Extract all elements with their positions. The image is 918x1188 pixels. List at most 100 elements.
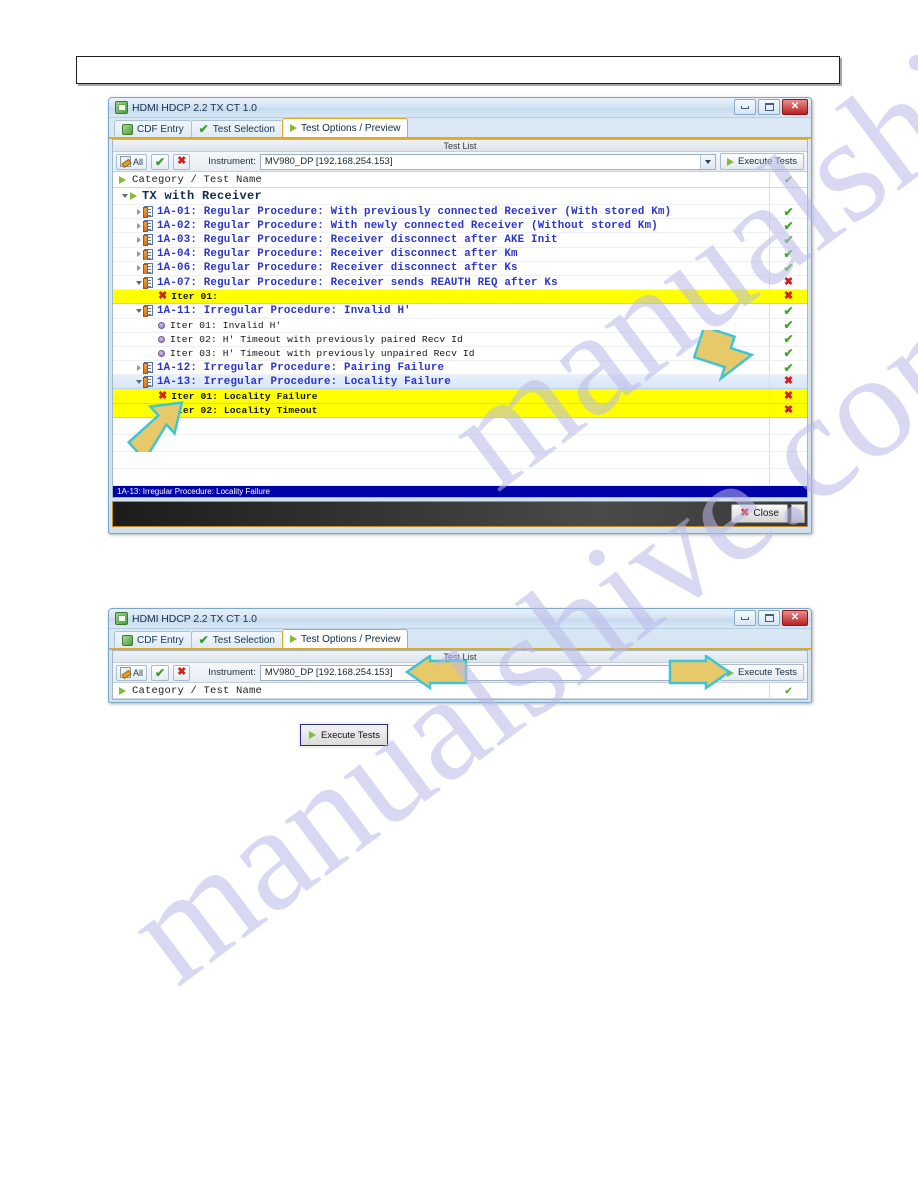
table-row[interactable]: ✖ Iter 02: Locality Timeout ✖ xyxy=(113,403,807,418)
maximize-button[interactable] xyxy=(758,610,780,626)
mark-pass-button[interactable]: ✔ xyxy=(151,153,170,170)
row-label: Iter 02: Locality Timeout xyxy=(171,404,318,416)
grid-header-row: Category / Test Name ✔ xyxy=(113,172,807,188)
document-icon xyxy=(143,234,153,246)
pass-icon: ✔ xyxy=(783,303,794,318)
callout-execute-tests-button[interactable]: Execute Tests xyxy=(300,724,388,746)
table-row[interactable]: TX with Receiver xyxy=(113,188,807,205)
play-icon xyxy=(119,175,126,184)
table-row[interactable]: Iter 02: H' Timeout with previously pair… xyxy=(113,332,807,347)
expand-icon[interactable] xyxy=(136,265,141,272)
red-x-icon: ✖ xyxy=(158,291,168,303)
table-row[interactable]: 1A-07: Regular Procedure: Receiver sends… xyxy=(113,275,807,291)
row-label: 1A-06: Regular Procedure: Receiver disco… xyxy=(157,262,518,275)
row-status-cell xyxy=(769,451,807,468)
row-status-cell: ✖ xyxy=(769,389,807,403)
title-bar: HDMI HDCP 2.2 TX CT 1.0 ✕ xyxy=(109,98,811,118)
table-row[interactable]: 1A-06: Regular Procedure: Receiver disco… xyxy=(113,261,807,276)
maximize-button[interactable] xyxy=(758,99,780,115)
select-all-button[interactable]: All xyxy=(116,153,148,170)
table-row[interactable]: 1A-11: Irregular Procedure: Invalid H' ✔ xyxy=(113,303,807,319)
minimize-button[interactable] xyxy=(734,610,756,626)
mark-fail-button[interactable]: ✖ xyxy=(173,153,191,170)
fail-icon: ✖ xyxy=(783,403,794,416)
instrument-select[interactable]: MV980_DP [192.168.254.153] xyxy=(259,664,717,681)
row-status-cell: ✖ xyxy=(769,375,807,389)
app-icon xyxy=(115,101,128,114)
row-status-cell: ✖ xyxy=(769,275,807,290)
chevron-down-icon[interactable] xyxy=(700,665,716,680)
table-row[interactable]: 1A-02: Regular Procedure: With newly con… xyxy=(113,219,807,234)
row-label: 1A-11: Irregular Procedure: Invalid H' xyxy=(157,304,411,317)
panel-caption: Test List xyxy=(113,140,807,152)
play-icon xyxy=(130,192,137,200)
edit-icon xyxy=(120,667,131,678)
minimize-button[interactable] xyxy=(734,99,756,115)
row-label: 1A-07: Regular Procedure: Receiver sends… xyxy=(157,276,558,289)
table-row[interactable]: 1A-03: Regular Procedure: Receiver disco… xyxy=(113,233,807,248)
test-list-toolbar: All ✔ ✖ Instrument: MV980_DP [192.168.25… xyxy=(113,152,807,172)
execute-tests-button[interactable]: Execute Tests xyxy=(720,153,804,170)
table-row[interactable]: 1A-13: Irregular Procedure: Locality Fai… xyxy=(113,375,807,390)
tab-test-options-preview[interactable]: Test Options / Preview xyxy=(282,118,409,137)
status-bar: 1A-13: Irregular Procedure: Locality Fai… xyxy=(113,485,807,497)
play-icon xyxy=(119,686,126,695)
document-icon xyxy=(143,362,153,374)
close-window-button[interactable]: ✕ xyxy=(782,610,808,626)
tab-cdf-entry[interactable]: CDF Entry xyxy=(114,120,192,137)
table-row[interactable]: ✖ Iter 01: ✖ xyxy=(113,290,807,305)
row-expander[interactable] xyxy=(119,194,130,198)
table-row[interactable]: 1A-01: Regular Procedure: With previousl… xyxy=(113,204,807,220)
row-label: 1A-13: Irregular Procedure: Locality Fai… xyxy=(157,375,451,388)
row-label: Iter 01: Invalid H' xyxy=(170,319,282,331)
check-icon: ✔ xyxy=(198,633,209,647)
select-all-button[interactable]: All xyxy=(116,664,148,681)
instrument-select[interactable]: MV980_DP [192.168.254.153] xyxy=(259,153,717,170)
close-button[interactable]: ✖ Close xyxy=(731,504,788,524)
collapse-icon[interactable] xyxy=(121,194,128,198)
collapse-icon[interactable] xyxy=(135,280,142,285)
row-label: Iter 01: Locality Failure xyxy=(171,390,318,402)
pass-icon: ✔ xyxy=(784,172,793,187)
chevron-down-icon[interactable] xyxy=(700,154,716,169)
bullet-icon xyxy=(158,321,165,329)
table-row[interactable]: Iter 03: H' Timeout with previously unpa… xyxy=(113,346,807,362)
row-status-cell xyxy=(769,434,807,451)
table-row[interactable]: 1A-12: Irregular Procedure: Pairing Fail… xyxy=(113,361,807,376)
edit-icon xyxy=(120,156,131,167)
row-label: 1A-02: Regular Procedure: With newly con… xyxy=(157,219,658,232)
row-status-cell: ✔ xyxy=(769,346,807,361)
tab-test-selection[interactable]: ✔ Test Selection xyxy=(190,631,283,648)
pass-icon: ✔ xyxy=(783,332,794,347)
expand-icon[interactable] xyxy=(136,208,141,215)
table-row[interactable]: ✖ Iter 01: Locality Failure ✖ xyxy=(113,389,807,404)
table-row-empty xyxy=(113,434,807,452)
tab-test-selection[interactable]: ✔ Test Selection xyxy=(190,120,283,137)
check-icon: ✔ xyxy=(198,122,209,136)
mark-fail-button[interactable]: ✖ xyxy=(173,664,191,681)
expand-icon[interactable] xyxy=(136,364,141,371)
window-title: HDMI HDCP 2.2 TX CT 1.0 xyxy=(132,612,257,625)
pass-icon: ✔ xyxy=(783,247,794,262)
collapse-icon[interactable] xyxy=(135,379,142,384)
fail-icon: ✖ xyxy=(783,389,794,402)
resize-grip[interactable] xyxy=(791,504,805,524)
table-row[interactable]: 1A-04: Regular Procedure: Receiver disco… xyxy=(113,247,807,262)
pass-icon: ✔ xyxy=(783,204,794,219)
fail-icon: ✖ xyxy=(783,375,794,388)
table-row-empty xyxy=(113,417,807,435)
row-status-cell xyxy=(769,188,807,204)
expand-icon[interactable] xyxy=(136,236,141,243)
table-row[interactable]: Iter 01: Invalid H' ✔ xyxy=(113,318,807,333)
row-status-cell: ✖ xyxy=(769,290,807,304)
tab-test-options-preview[interactable]: Test Options / Preview xyxy=(282,629,409,648)
client-area: Test List All ✔ ✖ Instrument: MV980_DP [… xyxy=(112,139,808,498)
row-label: 1A-03: Regular Procedure: Receiver disco… xyxy=(157,233,558,246)
tab-cdf-entry[interactable]: CDF Entry xyxy=(114,631,192,648)
close-window-button[interactable]: ✕ xyxy=(782,99,808,115)
mark-pass-button[interactable]: ✔ xyxy=(151,664,170,681)
collapse-icon[interactable] xyxy=(135,308,142,313)
expand-icon[interactable] xyxy=(136,251,141,258)
execute-tests-button[interactable]: Execute Tests xyxy=(720,664,804,681)
expand-icon[interactable] xyxy=(136,222,141,229)
